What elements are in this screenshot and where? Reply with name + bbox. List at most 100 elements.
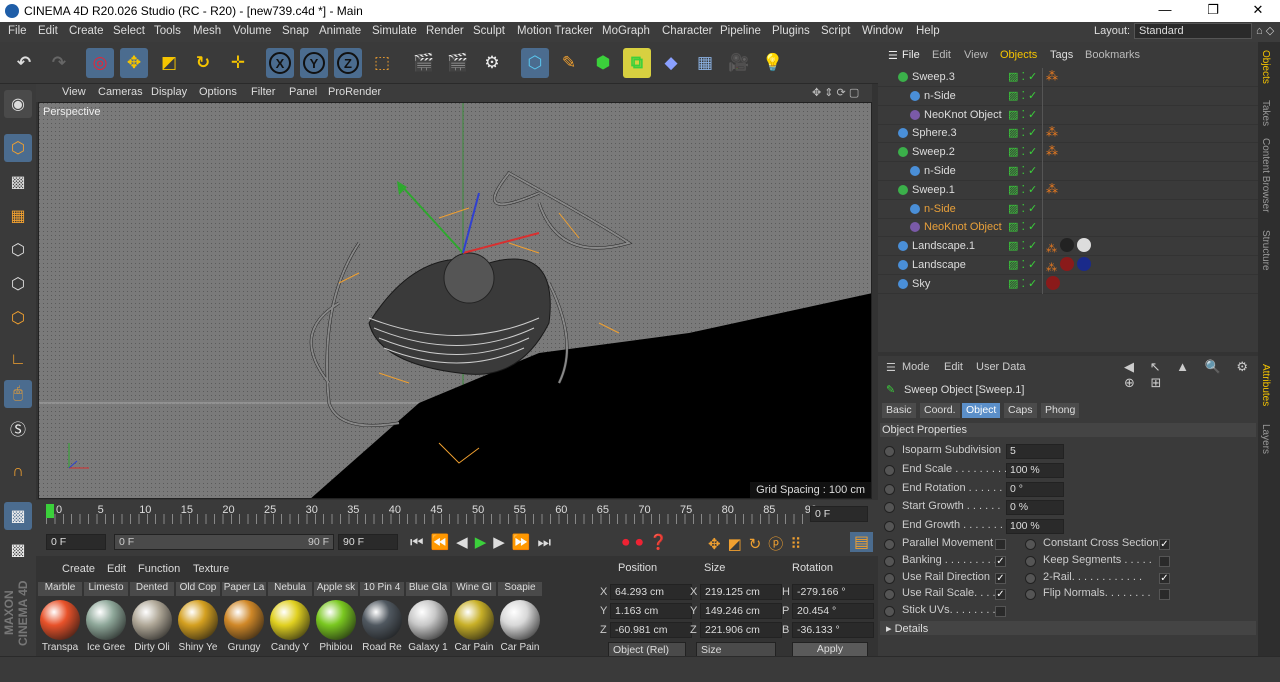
- object-row[interactable]: Sky ▨ ⁚ ✓: [878, 274, 1258, 294]
- floor-icon[interactable]: ▦: [691, 48, 719, 78]
- coord-rot-field[interactable]: 20.454 °: [792, 603, 874, 619]
- object-row[interactable]: Sweep.2 ▨ ⁚ ✓ ⁂: [878, 143, 1258, 163]
- animate-radio[interactable]: [884, 464, 895, 476]
- layout-options-icon[interactable]: ⌂ ◇: [1256, 24, 1274, 37]
- objmgr-menu-bookmarks[interactable]: Bookmarks: [1085, 49, 1140, 61]
- animate-radio[interactable]: [884, 539, 895, 550]
- timeline-icon[interactable]: ▤: [850, 532, 874, 552]
- visibility-check-icon[interactable]: ▨ ⁚ ✓: [1008, 183, 1037, 196]
- attr-checkbox[interactable]: [1159, 589, 1170, 601]
- start-frame-field[interactable]: 0 F: [46, 534, 106, 550]
- coord-size-field[interactable]: 221.906 cm: [700, 622, 782, 638]
- deformer-icon[interactable]: ◆: [657, 48, 685, 78]
- 3d-viewport[interactable]: Perspective Grid Spacing : 100 cm: [38, 102, 872, 499]
- playhead[interactable]: [46, 504, 54, 518]
- lock-workplane-icon[interactable]: ▩: [4, 536, 32, 564]
- object-tag-icon[interactable]: ⁂: [1046, 238, 1092, 255]
- visibility-check-icon[interactable]: ▨ ⁚ ✓: [1008, 89, 1037, 102]
- object-name[interactable]: Sweep.1: [912, 184, 955, 196]
- attr-checkbox[interactable]: [1159, 555, 1170, 567]
- object-tag-icon[interactable]: ⁂: [1046, 257, 1092, 274]
- material-swatch[interactable]: Soapie Car Pain: [498, 582, 542, 653]
- object-name[interactable]: NeoKnot Object: [924, 109, 1002, 121]
- object-tag-icon[interactable]: [1046, 275, 1060, 293]
- side-tab-content-browser[interactable]: Content Browser: [1260, 138, 1271, 212]
- coord-pos-field[interactable]: 1.163 cm: [610, 603, 692, 619]
- object-row[interactable]: Sphere.3 ▨ ⁚ ✓ ⁂: [878, 124, 1258, 144]
- live-selection-icon[interactable]: ◎: [86, 48, 114, 78]
- objmgr-menu-file[interactable]: File: [902, 49, 920, 61]
- side-tab-structure[interactable]: Structure: [1260, 230, 1271, 271]
- make-editable-icon[interactable]: ◉: [4, 90, 32, 118]
- menu-simulate[interactable]: Simulate: [372, 25, 417, 37]
- z-axis-lock-icon[interactable]: Z: [334, 48, 362, 78]
- x-axis-lock-icon[interactable]: X: [266, 48, 294, 78]
- attr-tab[interactable]: Coord.: [920, 403, 960, 418]
- recent-tools-icon[interactable]: ✛: [224, 48, 252, 78]
- animate-radio[interactable]: [1025, 539, 1036, 550]
- object-name[interactable]: Sweep.2: [912, 146, 955, 158]
- visibility-check-icon[interactable]: ▨ ⁚ ✓: [1008, 239, 1037, 252]
- object-row[interactable]: Landscape ▨ ⁚ ✓ ⁂: [878, 256, 1258, 275]
- tweak-mode-icon[interactable]: 🖱: [4, 380, 32, 408]
- object-name[interactable]: Sky: [912, 278, 930, 290]
- light-icon[interactable]: 💡: [759, 48, 787, 78]
- object-name[interactable]: Sweep.3: [912, 71, 955, 83]
- coord-size-field[interactable]: 149.246 cm: [700, 603, 782, 619]
- render-picture-viewer-icon[interactable]: 🎬: [444, 48, 472, 78]
- material-menu-function[interactable]: Function: [138, 563, 180, 575]
- object-name[interactable]: n-Side: [924, 165, 956, 177]
- visibility-check-icon[interactable]: ▨ ⁚ ✓: [1008, 277, 1037, 290]
- object-tag-icon[interactable]: ⁂: [1046, 125, 1058, 139]
- attr-menu-edit[interactable]: Edit: [944, 361, 963, 373]
- material-menu-texture[interactable]: Texture: [193, 563, 229, 575]
- attr-checkbox[interactable]: ✓: [995, 572, 1006, 584]
- coord-rot-field[interactable]: -279.166 °: [792, 584, 874, 600]
- attr-field-value[interactable]: 0 %: [1006, 500, 1064, 516]
- animate-radio[interactable]: [1025, 572, 1036, 584]
- menu-plugins[interactable]: Plugins: [772, 25, 810, 37]
- object-name[interactable]: Sphere.3: [912, 127, 957, 139]
- material-swatch[interactable]: Marble Transpa: [38, 582, 82, 653]
- material-swatch[interactable]: Paper La Grungy: [222, 582, 266, 653]
- object-row[interactable]: Sweep.3 ▨ ⁚ ✓ ⁂: [878, 68, 1258, 87]
- polygons-mode-icon[interactable]: ⬡: [4, 304, 32, 332]
- subdivision-icon[interactable]: ⬢: [589, 48, 617, 78]
- animate-radio[interactable]: [884, 483, 895, 495]
- attr-nav-icons[interactable]: ◀ ↖ ▲ 🔍 ⚙ ⊕ ⊞: [1124, 359, 1258, 391]
- material-swatch[interactable]: Apple sk Phibiou: [314, 582, 358, 653]
- menu-sculpt[interactable]: Sculpt: [473, 25, 505, 37]
- object-name[interactable]: Landscape: [912, 259, 966, 271]
- minimize-button[interactable]: —: [1150, 2, 1180, 17]
- object-name[interactable]: NeoKnot Object: [924, 221, 1002, 233]
- close-button[interactable]: ✕: [1243, 2, 1273, 18]
- undo-icon[interactable]: ↶: [10, 48, 38, 78]
- menu-script[interactable]: Script: [821, 25, 850, 37]
- visibility-check-icon[interactable]: ▨ ⁚ ✓: [1008, 145, 1037, 158]
- viewport-menu-view[interactable]: View: [62, 86, 86, 98]
- snap-icon[interactable]: Ⓢ: [4, 414, 32, 442]
- workplane-mode-icon[interactable]: ▦: [4, 202, 32, 230]
- viewport-menu-options[interactable]: Options: [199, 86, 237, 98]
- menu-character[interactable]: Character: [662, 25, 713, 37]
- animate-radio[interactable]: [884, 446, 895, 457]
- animate-radio[interactable]: [884, 555, 895, 567]
- attr-menu-icon[interactable]: ☰: [886, 361, 896, 374]
- material-menu-create[interactable]: Create: [62, 563, 95, 575]
- viewport-nav-icons[interactable]: ✥ ⇕ ⟳ ▢: [812, 86, 859, 99]
- scale-icon[interactable]: ◩: [155, 48, 183, 78]
- side-tab-layers[interactable]: Layers: [1260, 424, 1271, 454]
- menu-window[interactable]: Window: [862, 25, 903, 37]
- viewport-menu-cameras[interactable]: Cameras: [98, 86, 143, 98]
- attr-tab[interactable]: Caps: [1004, 403, 1037, 418]
- menu-tools[interactable]: Tools: [154, 25, 181, 37]
- animate-radio[interactable]: [1025, 555, 1036, 567]
- object-row[interactable]: NeoKnot Object ▨ ⁚ ✓: [878, 218, 1258, 238]
- attr-checkbox[interactable]: ✓: [1159, 539, 1170, 550]
- camera-icon[interactable]: 🎥: [725, 48, 753, 78]
- menu-select[interactable]: Select: [113, 25, 145, 37]
- render-settings-icon[interactable]: ⚙: [478, 48, 506, 78]
- edges-mode-icon[interactable]: ⬡: [4, 270, 32, 298]
- animate-radio[interactable]: [884, 572, 895, 584]
- object-name[interactable]: Landscape.1: [912, 240, 975, 252]
